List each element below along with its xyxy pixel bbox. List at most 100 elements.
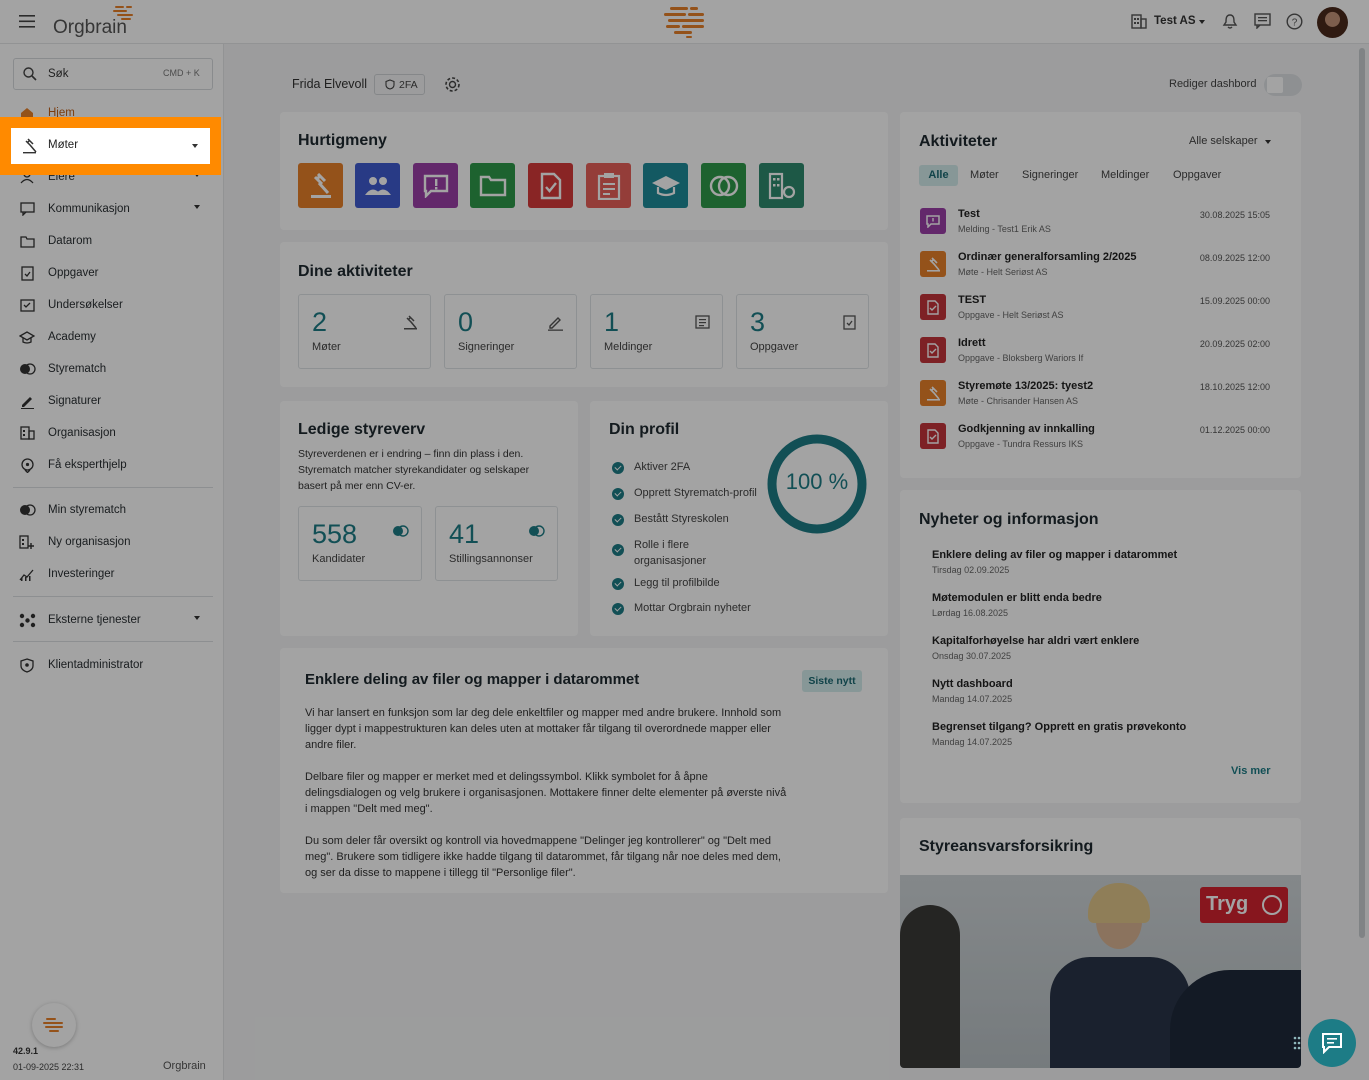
- top-bar: Orgbrain Test AS ?: [0, 0, 1369, 44]
- article-paragraph: Vi har lansert en funksjon som lar deg d…: [305, 707, 782, 751]
- activity-date: 08.09.2025 12:00: [1199, 253, 1270, 263]
- help-icon[interactable]: ?: [1286, 13, 1303, 33]
- search-box[interactable]: Søk CMD + K: [13, 58, 213, 90]
- sidebar-item-external-services[interactable]: Eksterne tjenester: [18, 609, 208, 631]
- graduation-cap-icon: [651, 175, 680, 196]
- activity-subtitle: Møte - Helt Seriøst AS: [958, 267, 1048, 277]
- stat-signings[interactable]: 0 Signeringer: [444, 294, 577, 369]
- sidebar-item-label: Datarom: [48, 235, 93, 247]
- chat-icon[interactable]: [1254, 13, 1271, 32]
- news-item[interactable]: Nytt dashboard Mandag 14.07.2025: [932, 678, 1272, 704]
- activity-subtitle: Oppgave - Helt Seriøst AS: [958, 310, 1064, 320]
- tab-meetings[interactable]: Møter: [970, 169, 999, 181]
- search-label: Søk: [48, 68, 69, 80]
- news-item[interactable]: Enklere deling av filer og mapper i data…: [932, 549, 1272, 575]
- page-scrollbar[interactable]: [1359, 48, 1365, 938]
- show-more-link[interactable]: Vis mer: [1231, 765, 1271, 777]
- brain-logo-icon: [43, 1018, 63, 1032]
- expert-help-icon: [18, 456, 36, 474]
- brain-logo-icon: [112, 4, 136, 25]
- quick-styrematch-button[interactable]: [701, 163, 746, 208]
- activity-item[interactable]: Idrett Oppgave - Bloksberg Wariors If 20…: [920, 337, 1280, 377]
- menu-icon[interactable]: [19, 15, 35, 31]
- stat-tasks[interactable]: 3 Oppgaver: [736, 294, 869, 369]
- settings-gear-icon[interactable]: [444, 76, 461, 96]
- quick-organisation-settings-button[interactable]: [759, 163, 804, 208]
- profile-check-label: Aktiver 2FA: [634, 461, 691, 473]
- sidebar-item-client-admin[interactable]: Klientadministrator: [18, 654, 208, 676]
- drag-handle-icon[interactable]: [1293, 1036, 1301, 1053]
- stat-messages[interactable]: 1 Meldinger: [590, 294, 723, 369]
- sidebar-item-label: Signaturer: [48, 395, 102, 407]
- board-positions-title: Ledige styreverv: [298, 421, 426, 438]
- sidebar-item-meetings[interactable]: Møter: [11, 128, 210, 164]
- article-paragraph: Delbare filer og mapper er merket med et…: [305, 771, 787, 815]
- insurance-photo[interactable]: Tryg: [900, 875, 1301, 1068]
- sidebar-item-investments[interactable]: Investeringer: [18, 563, 208, 585]
- activity-subtitle: Oppgave - Tundra Ressurs IKS: [958, 439, 1084, 449]
- twofa-label: 2FA: [399, 78, 418, 91]
- profile-check-item: Bestått Styreskolen: [612, 513, 729, 526]
- stat-candidates[interactable]: 558 Kandidater: [298, 506, 422, 581]
- activity-item[interactable]: Godkjenning av innkalling Oppgave - Tund…: [920, 423, 1280, 463]
- quick-academy-button[interactable]: [643, 163, 688, 208]
- company-filter[interactable]: Alle selskaper: [1189, 135, 1257, 147]
- activity-subtitle: Oppgave - Bloksberg Wariors If: [958, 353, 1084, 363]
- bell-icon[interactable]: [1222, 13, 1238, 33]
- news-item[interactable]: Begrenset tilgang? Opprett en gratis prø…: [932, 721, 1272, 747]
- edit-dashboard-toggle[interactable]: [1264, 74, 1302, 96]
- sidebar-item-label: Styrematch: [48, 363, 107, 375]
- add-building-icon: [18, 533, 36, 551]
- stat-value: 2: [312, 307, 328, 337]
- sidebar-item-styrematch[interactable]: Styrematch: [18, 358, 208, 380]
- sidebar-item-tasks[interactable]: Oppgaver: [18, 262, 208, 284]
- activity-item[interactable]: Ordinær generalforsamling 2/2025 Møte - …: [920, 251, 1280, 291]
- chat-support-button[interactable]: [1308, 1019, 1356, 1067]
- tab-tasks[interactable]: Oppgaver: [1173, 169, 1221, 181]
- building-settings-icon: [768, 172, 795, 199]
- sidebar-item-label: Eksterne tjenester: [48, 614, 141, 626]
- sidebar-item-communication[interactable]: Kommunikasjon: [18, 198, 208, 220]
- news-item[interactable]: Møtemodulen er blitt enda bedre Lørdag 16…: [932, 592, 1272, 618]
- news-item[interactable]: Kapitalforhøyelse har aldri vært enklere…: [932, 635, 1272, 661]
- stat-meetings[interactable]: 2 Møter: [298, 294, 431, 369]
- company-selector[interactable]: Test AS: [1154, 15, 1196, 27]
- sidebar-item-signatures[interactable]: Signaturer: [18, 390, 208, 412]
- graduation-cap-icon: [18, 328, 36, 346]
- tab-messages[interactable]: Meldinger: [1101, 169, 1149, 181]
- pen-icon: [547, 315, 564, 334]
- activity-feed-title: Aktiviteter: [919, 133, 998, 150]
- orgbrain-assistant-button[interactable]: [32, 1003, 76, 1047]
- stat-job-ads[interactable]: 41 Stillingsannonser: [435, 506, 558, 581]
- tab-signings[interactable]: Signeringer: [1022, 169, 1078, 181]
- network-icon: [18, 611, 36, 629]
- check-icon: [612, 462, 624, 474]
- avatar[interactable]: [1317, 7, 1348, 38]
- check-icon: [612, 544, 624, 556]
- sidebar-item-expert-help[interactable]: Få eksperthjelp: [18, 454, 208, 476]
- sidebar-item-label: Academy: [48, 331, 96, 343]
- sidebar-item-surveys[interactable]: Undersøkelser: [18, 294, 208, 316]
- quick-owners-button[interactable]: [355, 163, 400, 208]
- activity-item[interactable]: Styremøte 13/2025: tyest2 Møte - Chrisan…: [920, 380, 1280, 420]
- sidebar-item-new-organisation[interactable]: Ny organisasjon: [18, 531, 208, 553]
- activity-item[interactable]: TEST Oppgave - Helt Seriøst AS 15.09.202…: [920, 294, 1280, 334]
- styrematch-icon: [18, 360, 36, 378]
- sidebar-item-my-styrematch[interactable]: Min styrematch: [18, 499, 208, 521]
- quick-survey-button[interactable]: [586, 163, 631, 208]
- activity-item[interactable]: Test Melding - Test1 Erik AS 30.08.2025 …: [920, 208, 1280, 248]
- sidebar-item-organisation[interactable]: Organisasjon: [18, 422, 208, 444]
- person-right-photo: [1170, 970, 1301, 1068]
- quick-dataroom-button[interactable]: [470, 163, 515, 208]
- sidebar-item-academy[interactable]: Academy: [18, 326, 208, 348]
- sidebar-item-label: Oppgaver: [48, 267, 99, 279]
- task-icon: [920, 423, 946, 449]
- quick-task-button[interactable]: [528, 163, 573, 208]
- chat-bubble-icon: [1322, 1033, 1342, 1054]
- stat-value: 558: [312, 519, 358, 549]
- quick-message-button[interactable]: [413, 163, 458, 208]
- quick-meeting-button[interactable]: [298, 163, 343, 208]
- tab-all[interactable]: Alle: [919, 165, 958, 186]
- activity-date: 15.09.2025 00:00: [1199, 296, 1270, 306]
- sidebar-item-dataroom[interactable]: Datarom: [18, 230, 208, 252]
